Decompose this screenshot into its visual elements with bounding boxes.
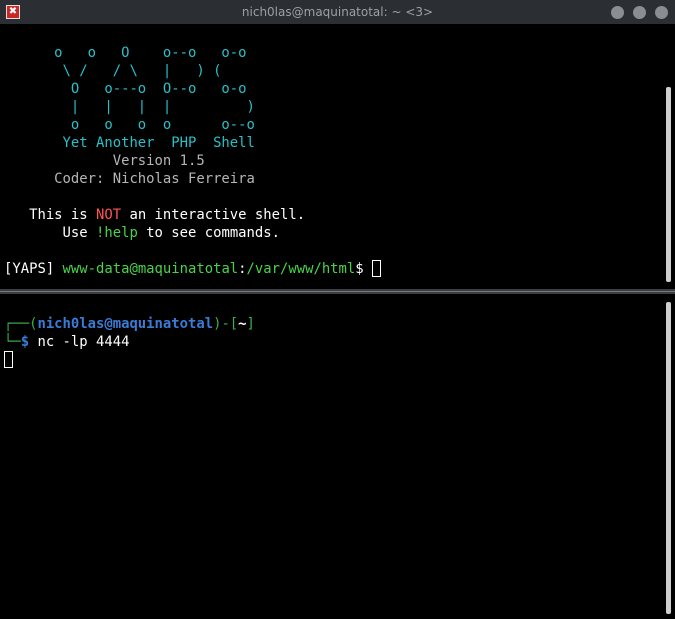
text-cursor — [372, 260, 381, 277]
help-prefix: Use — [4, 225, 96, 241]
typed-command: nc -lp 4444 — [37, 334, 130, 350]
prompt-symbol: $ — [355, 261, 372, 277]
prompt-user-host: nich0las@maquinatotal — [37, 316, 214, 332]
banner-coder: Coder: Nicholas Ferreira — [4, 171, 255, 187]
banner-art-line: o o O o--o o-o — [4, 45, 247, 61]
prompt-symbol: $ — [20, 334, 38, 350]
text-cursor — [4, 351, 13, 368]
yaps-banner: o o O o--o o-o \ / / \ | ) ( O o---o O--… — [4, 44, 305, 242]
banner-art-line: O o---o O--o o-o — [4, 81, 247, 97]
notice-prefix: This is — [4, 207, 96, 223]
close-button[interactable] — [655, 6, 668, 19]
help-command: !help — [96, 225, 138, 241]
prompt-user-host: www-data@maquinatotal — [62, 261, 239, 277]
terminal-pane-top[interactable]: o o O o--o o-o \ / / \ | ) ( O o---o O--… — [0, 24, 675, 287]
banner-name: Yet Another PHP Shell — [4, 135, 255, 151]
kali-prompt: ┌──(nich0las@maquinatotal)-[~] └─$ nc -l… — [4, 315, 255, 369]
banner-version: Version 1.5 — [4, 153, 205, 169]
prompt-corner-top: ┌──( — [4, 316, 38, 332]
window-title: nich0las@maquinatotal: ~ <3> — [241, 5, 434, 19]
prompt-tag: [YAPS] — [4, 261, 63, 277]
prompt-separator: : — [238, 261, 247, 277]
banner-art-line: \ / / \ | ) ( — [4, 63, 222, 79]
notice-highlight: NOT — [96, 207, 122, 223]
help-suffix: to see commands. — [137, 225, 280, 241]
prompt-dir: ~ — [238, 316, 247, 332]
prompt-path: /var/www/html — [246, 261, 356, 277]
pane-divider-line — [0, 291, 675, 292]
yaps-prompt-line: [YAPS] www-data@maquinatotal:/var/www/ht… — [4, 260, 381, 278]
terminal-pane-bottom[interactable]: ┌──(nich0las@maquinatotal)-[~] └─$ nc -l… — [0, 294, 675, 619]
maximize-button[interactable] — [633, 6, 646, 19]
notice-suffix: an interactive shell. — [121, 207, 306, 223]
banner-art-line: o o o o o--o — [4, 117, 255, 133]
scrollbar-top[interactable] — [666, 87, 671, 282]
prompt-close-bracket: ] — [246, 316, 255, 332]
banner-art-line: | | | | ) — [4, 99, 255, 115]
prompt-close-paren: )-[ — [213, 316, 239, 332]
title-bar: ✖ nich0las@maquinatotal: ~ <3> — [0, 0, 675, 24]
minimize-button[interactable] — [611, 6, 624, 19]
scrollbar-bottom[interactable] — [666, 302, 671, 614]
prompt-corner-bottom: └─ — [4, 334, 21, 350]
